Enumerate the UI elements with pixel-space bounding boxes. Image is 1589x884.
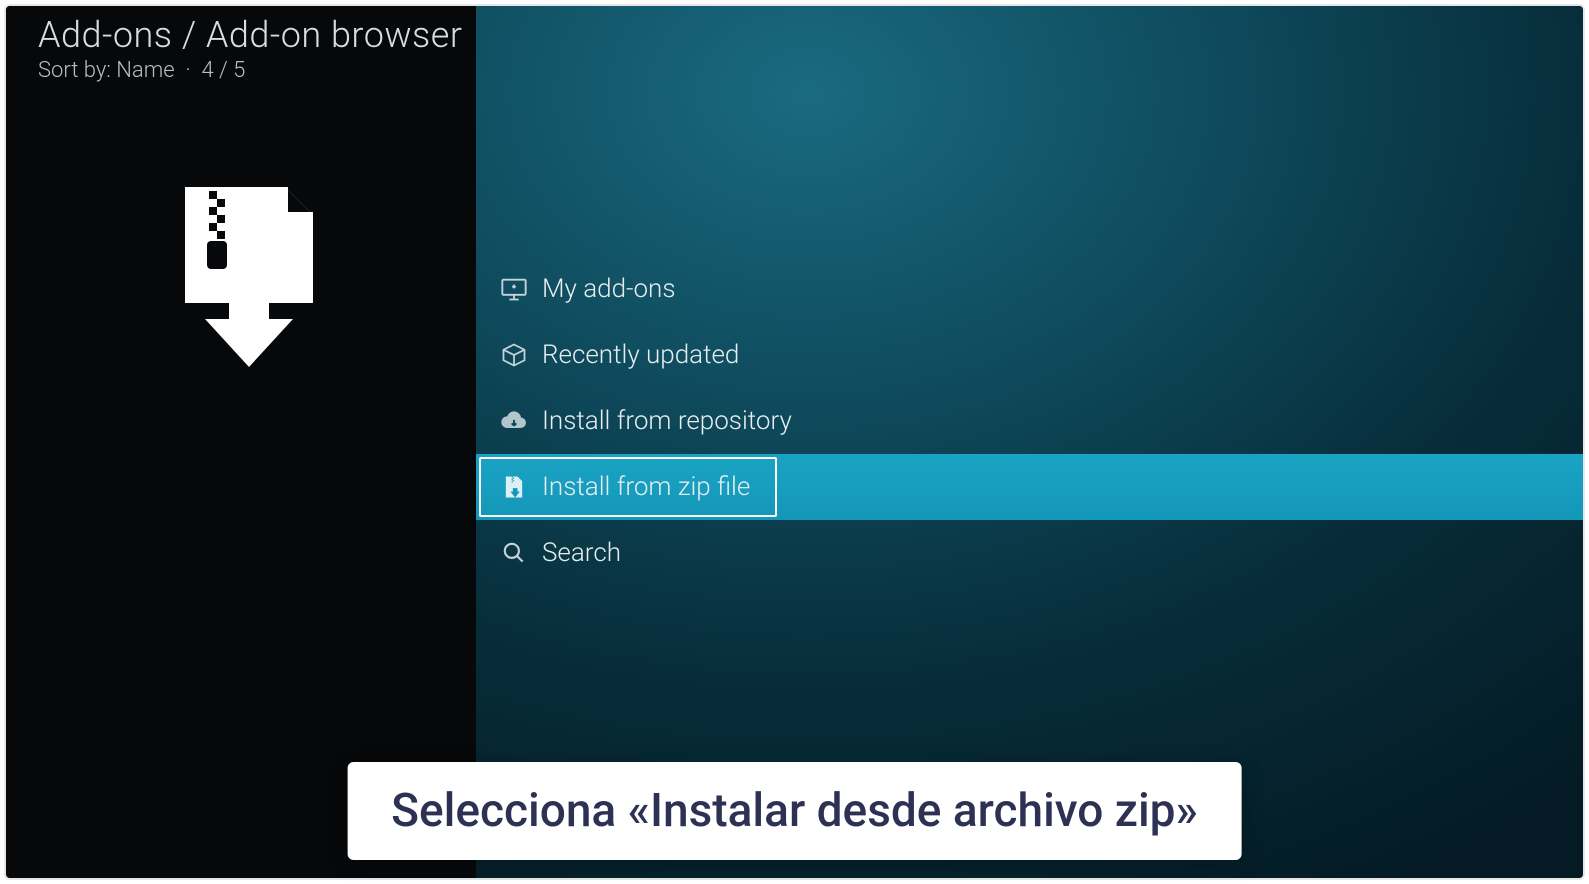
sort-by-label: Sort by: Name bbox=[38, 58, 175, 83]
package-download-icon bbox=[141, 175, 341, 379]
menu-item-label: My add-ons bbox=[536, 274, 676, 304]
box-icon bbox=[492, 341, 536, 369]
sort-info[interactable]: Sort by: Name · 4 / 5 bbox=[6, 56, 476, 83]
item-position: 4 / 5 bbox=[201, 58, 245, 83]
instruction-caption: Selecciona «Instalar desde archivo zip» bbox=[347, 762, 1242, 860]
screen-icon bbox=[492, 275, 536, 303]
menu-item-my-addons[interactable]: My add-ons bbox=[476, 256, 1583, 322]
menu-item-label: Install from repository bbox=[536, 406, 792, 436]
main-panel: My add-ons Recently updated bbox=[476, 6, 1583, 878]
zip-icon bbox=[492, 473, 536, 501]
menu-item-install-from-repository[interactable]: Install from repository bbox=[476, 388, 1583, 454]
menu-item-label: Recently updated bbox=[536, 340, 739, 370]
menu-item-label: Install from zip file bbox=[536, 472, 750, 502]
menu-item-recently-updated[interactable]: Recently updated bbox=[476, 322, 1583, 388]
cloud-icon bbox=[492, 407, 536, 435]
search-icon bbox=[492, 540, 536, 566]
category-icon-wrap bbox=[6, 175, 476, 379]
kodi-window: Add-ons / Add-on browser Sort by: Name ·… bbox=[4, 4, 1585, 880]
menu-item-search[interactable]: Search bbox=[476, 520, 1583, 586]
app-root: Add-ons / Add-on browser Sort by: Name ·… bbox=[0, 0, 1589, 884]
sidebar: Add-ons / Add-on browser Sort by: Name ·… bbox=[6, 6, 476, 878]
breadcrumb[interactable]: Add-ons / Add-on browser bbox=[6, 10, 476, 56]
addon-browser-menu: My add-ons Recently updated bbox=[476, 256, 1583, 586]
menu-item-install-from-zip[interactable]: Install from zip file bbox=[476, 454, 1583, 520]
menu-item-label: Search bbox=[536, 538, 621, 568]
